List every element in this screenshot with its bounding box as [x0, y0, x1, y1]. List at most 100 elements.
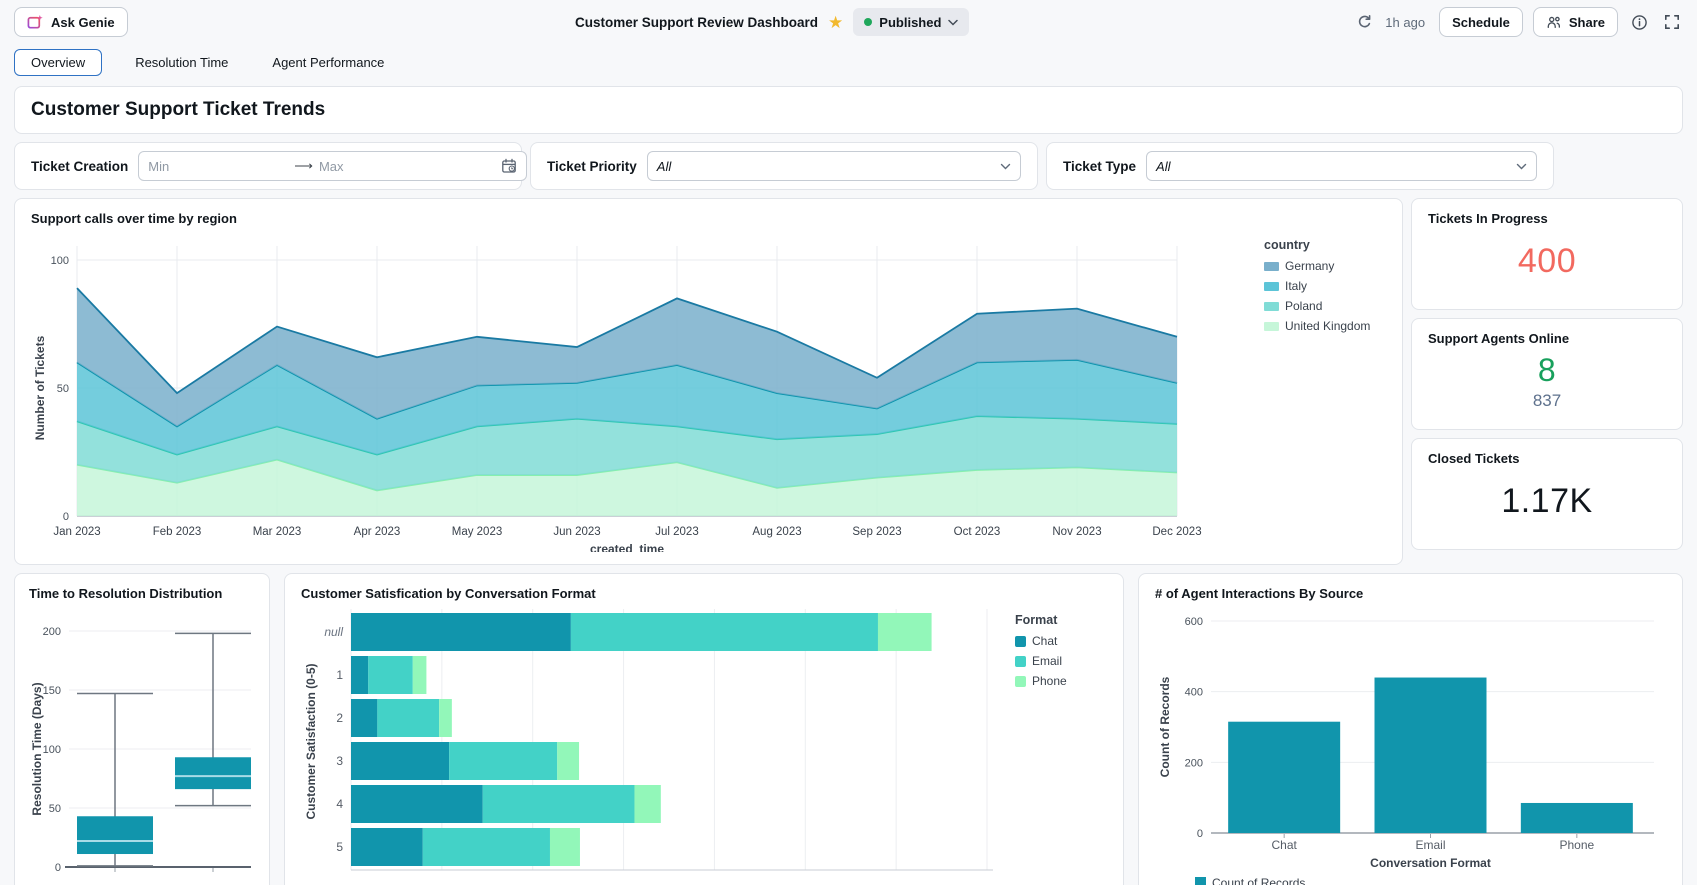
publish-status-label: Published [879, 15, 941, 30]
page-title-card: Customer Support Ticket Trends [14, 86, 1683, 134]
svg-text:Oct 2023: Oct 2023 [954, 526, 1001, 538]
svg-text:3: 3 [336, 754, 343, 768]
ticket-type-select[interactable]: All [1146, 151, 1537, 181]
ask-genie-label: Ask Genie [51, 15, 115, 30]
legend-item-phone[interactable]: Phone [1015, 674, 1107, 688]
legend-item-italy[interactable]: Italy [1264, 279, 1386, 293]
format-legend: Format Chat Email Phone [1015, 605, 1107, 885]
svg-text:150: 150 [43, 685, 61, 697]
kpi-secondary-value: 837 [1533, 391, 1561, 411]
svg-text:4: 4 [336, 797, 343, 811]
satisfaction-chart-card: Customer Satisfication by Conversation F… [284, 573, 1124, 885]
kpi-column: Tickets In Progress 400 Support Agents O… [1411, 198, 1683, 565]
publish-status-dropdown[interactable]: Published [853, 8, 969, 36]
kpi-tickets-in-progress: Tickets In Progress 400 [1411, 198, 1683, 310]
ticket-type-label: Ticket Type [1063, 159, 1136, 174]
svg-text:100: 100 [51, 255, 69, 267]
legend-label: Italy [1285, 279, 1307, 293]
svg-text:0: 0 [63, 511, 69, 523]
schedule-button[interactable]: Schedule [1439, 7, 1523, 37]
legend-title: country [1264, 238, 1386, 252]
kpi-closed-tickets: Closed Tickets 1.17K [1411, 438, 1683, 550]
people-icon [1546, 15, 1562, 30]
schedule-label: Schedule [1452, 15, 1510, 30]
chevron-down-icon [1000, 163, 1011, 170]
tab-bar: Overview Resolution Time Agent Performan… [0, 44, 1697, 80]
calendar-icon[interactable] [501, 158, 517, 174]
ticket-priority-select[interactable]: All [647, 151, 1021, 181]
legend-label: Germany [1285, 259, 1334, 273]
svg-text:Number of Tickets: Number of Tickets [33, 335, 47, 440]
legend-title: Format [1015, 613, 1107, 627]
legend-item-united-kingdom[interactable]: United Kingdom [1264, 319, 1386, 333]
dashboard-page: Ask Genie Customer Support Review Dashbo… [0, 0, 1697, 885]
tab-agent-performance[interactable]: Agent Performance [261, 49, 395, 76]
published-dot-icon [864, 18, 872, 26]
page-title: Customer Support Ticket Trends [31, 99, 325, 121]
date-range-input[interactable]: ⟶ [138, 151, 527, 181]
dashboard-content: Customer Support Ticket Trends Ticket Cr… [0, 80, 1697, 885]
chart-title: Customer Satisfication by Conversation F… [301, 586, 1107, 601]
favorite-star-icon[interactable]: ★ [828, 14, 843, 31]
tab-overview[interactable]: Overview [14, 49, 102, 76]
ticket-priority-value: All [657, 159, 994, 174]
share-label: Share [1569, 15, 1605, 30]
svg-text:Nov 2023: Nov 2023 [1052, 526, 1101, 538]
kpi-value: 400 [1518, 242, 1576, 281]
genie-icon [27, 14, 44, 31]
tab-resolution-time[interactable]: Resolution Time [124, 49, 239, 76]
range-arrow-icon: ⟶ [294, 158, 313, 174]
info-icon[interactable] [1628, 11, 1651, 34]
kpi-title: Closed Tickets [1428, 451, 1666, 466]
legend-label: Chat [1032, 634, 1057, 648]
svg-text:Count of Records: Count of Records [1158, 676, 1172, 777]
date-min-input[interactable] [148, 159, 288, 174]
svg-text:0: 0 [1197, 828, 1203, 840]
svg-text:200: 200 [43, 626, 61, 638]
boxplot-chart: 050100150200Resolution Time (Days) [29, 605, 255, 885]
fullscreen-icon[interactable] [1661, 11, 1683, 33]
last-refresh-label: 1h ago [1385, 15, 1425, 30]
resolution-distribution-card: Time to Resolution Distribution 05010015… [14, 573, 270, 885]
kpi-support-agents-online: Support Agents Online 8 837 [1411, 318, 1683, 430]
legend-item-germany[interactable]: Germany [1264, 259, 1386, 273]
chart-title: Time to Resolution Distribution [29, 586, 255, 601]
support-calls-chart-card: Support calls over time by region 0 50 100… [14, 198, 1403, 565]
legend-label: Email [1032, 654, 1062, 668]
svg-text:5: 5 [336, 840, 343, 854]
ticket-type-value: All [1156, 159, 1510, 174]
legend-item-chat[interactable]: Chat [1015, 634, 1107, 648]
legend-swatch [1264, 282, 1279, 291]
svg-text:200: 200 [1185, 757, 1203, 769]
filter-ticket-creation: Ticket Creation ⟶ [14, 142, 522, 190]
legend-label: Poland [1285, 299, 1322, 313]
svg-text:Resolution Time (Days): Resolution Time (Days) [30, 682, 44, 815]
kpi-value: 1.17K [1501, 482, 1592, 521]
svg-text:May 2023: May 2023 [452, 526, 503, 538]
date-max-input[interactable] [319, 159, 495, 174]
svg-text:Apr 2023: Apr 2023 [354, 526, 401, 538]
legend-swatch [1264, 302, 1279, 311]
kpi-title: Support Agents Online [1428, 331, 1666, 346]
title-group: Customer Support Review Dashboard ★ Publ… [575, 0, 969, 44]
bottom-row: Time to Resolution Distribution 05010015… [14, 573, 1683, 885]
svg-text:Feb 2023: Feb 2023 [153, 526, 202, 538]
main-row: Support calls over time by region 0 50 100… [14, 198, 1683, 565]
svg-text:Sep 2023: Sep 2023 [852, 526, 901, 538]
legend-item-email[interactable]: Email [1015, 654, 1107, 668]
ask-genie-button[interactable]: Ask Genie [14, 7, 128, 37]
legend-label: United Kingdom [1285, 319, 1370, 333]
share-button[interactable]: Share [1533, 7, 1618, 37]
svg-text:50: 50 [57, 383, 69, 395]
bar-chart: ChatEmailPhone0200400600Count of Records… [1155, 605, 1666, 885]
svg-text:Mar 2023: Mar 2023 [253, 526, 302, 538]
svg-text:Email: Email [1415, 838, 1445, 852]
svg-text:Jan 2023: Jan 2023 [53, 526, 100, 538]
chevron-down-icon [948, 19, 958, 26]
svg-text:Jun 2023: Jun 2023 [553, 526, 600, 538]
chart-title: Support calls over time by region [31, 211, 1386, 226]
refresh-icon[interactable] [1353, 11, 1375, 33]
svg-text:created_time: created_time [590, 542, 664, 552]
svg-text:Jul 2023: Jul 2023 [655, 526, 698, 538]
legend-item-poland[interactable]: Poland [1264, 299, 1386, 313]
